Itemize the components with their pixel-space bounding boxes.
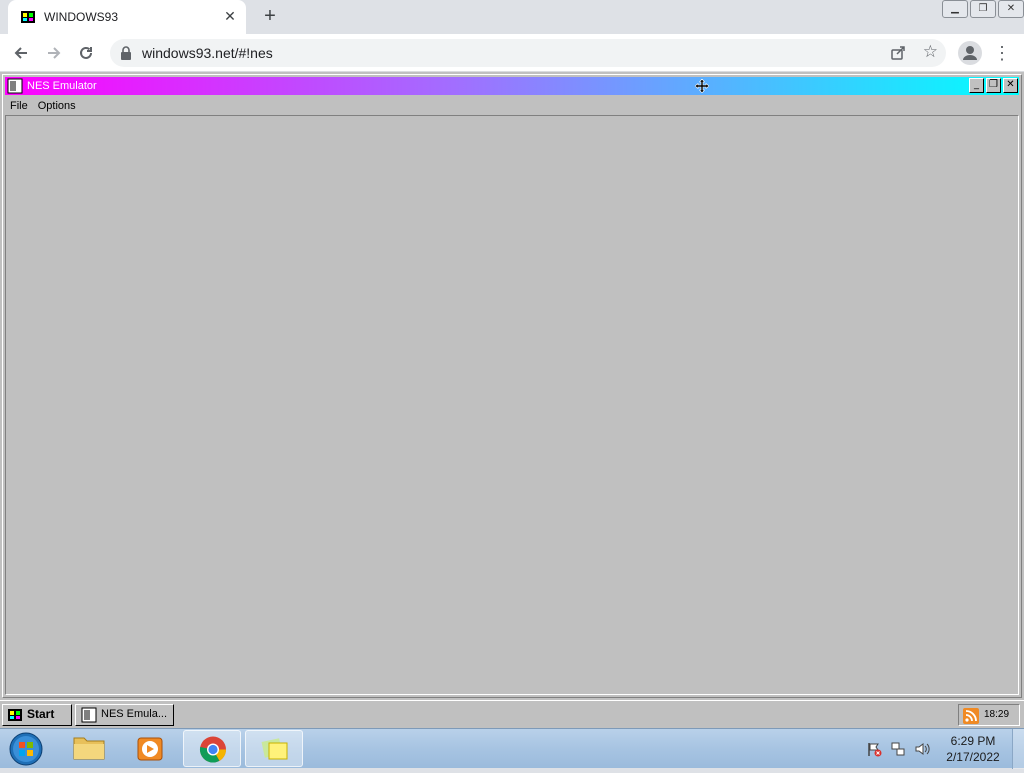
- windows93-clock: 18:29: [984, 709, 1010, 720]
- emulator-screen[interactable]: [5, 115, 1019, 695]
- window-titlebar[interactable]: NES Emulator _ ❐ ✕: [5, 77, 1019, 95]
- chrome-menu-button[interactable]: ⋮: [990, 41, 1014, 65]
- back-arrow-icon: [14, 47, 27, 59]
- taskbar-windows-explorer[interactable]: [60, 730, 118, 767]
- tab-close-button[interactable]: ✕: [222, 8, 238, 24]
- action-center-flag-icon[interactable]: [866, 741, 882, 757]
- network-icon[interactable]: [890, 741, 906, 757]
- close-button[interactable]: ✕: [1003, 78, 1018, 93]
- clock-time: 6:29 PM: [950, 734, 996, 748]
- windows93-favicon-icon: [21, 11, 35, 23]
- media-player-icon: [137, 737, 163, 761]
- browser-tab[interactable]: WINDOWS93 ✕: [8, 0, 246, 34]
- windows93-logo-icon: [8, 709, 22, 721]
- rss-icon[interactable]: [963, 708, 979, 724]
- nes-emulator-window: NES Emulator _ ❐ ✕ File Options: [2, 74, 1022, 698]
- back-button[interactable]: [9, 41, 33, 65]
- menu-file[interactable]: File: [5, 97, 33, 115]
- window-title: NES Emulator: [27, 80, 97, 92]
- nes-emulator-icon: [81, 707, 97, 723]
- new-tab-button[interactable]: +: [258, 5, 282, 29]
- windows93-taskbar: Start NES Emula... 18:29: [0, 700, 1024, 728]
- volume-icon[interactable]: [914, 741, 930, 757]
- windows93-tray: 18:29: [958, 704, 1020, 726]
- browser-toolbar: windows93.net/#!nes ☆ ⋮: [0, 34, 1024, 72]
- forward-arrow-icon: [48, 47, 61, 59]
- menu-bar: File Options: [5, 97, 1019, 115]
- browser-tabstrip: WINDOWS93 ✕ + ▁ ❐ ✕: [0, 0, 1024, 34]
- maximize-button[interactable]: ❐: [986, 78, 1001, 93]
- address-url: windows93.net/#!nes: [142, 45, 273, 61]
- window-controls: ▁ ❐ ✕: [940, 0, 1024, 18]
- close-window-button[interactable]: ✕: [998, 0, 1024, 18]
- chrome-icon: [199, 736, 227, 763]
- windows7-taskbar: 6:29 PM 2/17/2022: [0, 728, 1024, 769]
- reload-icon: [80, 46, 92, 59]
- window-buttons: _ ❐ ✕: [969, 78, 1018, 93]
- taskbar-media-player[interactable]: [121, 730, 179, 767]
- sticky-notes-icon: [261, 738, 288, 760]
- minimize-window-button[interactable]: ▁: [942, 0, 968, 18]
- system-clock[interactable]: 6:29 PM 2/17/2022: [938, 733, 1008, 765]
- bookmark-star-icon[interactable]: ☆: [923, 42, 938, 62]
- show-desktop-button[interactable]: [1012, 729, 1024, 769]
- tab-title: WINDOWS93: [44, 10, 119, 24]
- task-label: NES Emula...: [101, 708, 168, 720]
- folder-icon: [73, 737, 105, 760]
- minimize-button[interactable]: _: [969, 78, 984, 93]
- move-cursor-icon: [695, 79, 709, 93]
- lock-icon: [121, 46, 131, 60]
- profile-avatar-icon[interactable]: [958, 41, 982, 65]
- share-icon[interactable]: [890, 45, 906, 61]
- clock-date: 2/17/2022: [946, 750, 1000, 764]
- address-bar[interactable]: windows93.net/#!nes ☆: [110, 39, 946, 67]
- restore-window-button[interactable]: ❐: [970, 0, 996, 18]
- taskbar-item-nes-emulator[interactable]: NES Emula...: [75, 704, 174, 726]
- taskbar-sticky-notes[interactable]: [245, 730, 303, 767]
- windows93-desktop: NES Emulator _ ❐ ✕ File Options Start NE…: [0, 72, 1024, 728]
- reload-button[interactable]: [74, 41, 98, 65]
- nes-emulator-icon: [7, 78, 23, 94]
- start-button[interactable]: Start: [2, 704, 72, 726]
- menu-options[interactable]: Options: [33, 97, 81, 115]
- windows-start-orb-icon[interactable]: [6, 731, 46, 767]
- start-label: Start: [27, 707, 55, 721]
- taskbar-chrome[interactable]: [183, 730, 241, 767]
- forward-button[interactable]: [42, 41, 66, 65]
